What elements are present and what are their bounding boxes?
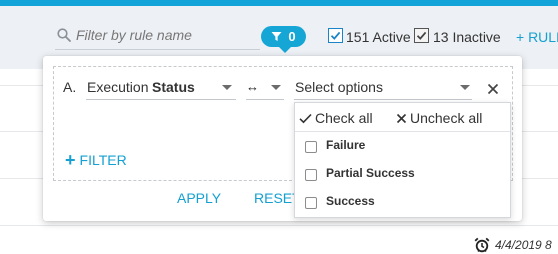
field-select[interactable]: Execution Status (86, 76, 236, 100)
inactive-checkbox[interactable] (414, 28, 429, 43)
check-icon (330, 31, 341, 40)
chevron-down-icon (222, 85, 232, 90)
apply-button[interactable]: APPLY (177, 190, 221, 206)
operator-icon: ↔ (246, 79, 259, 94)
option-partial-success[interactable]: Partial Success (295, 161, 510, 187)
active-checkbox[interactable] (328, 28, 343, 43)
inactive-count-label: 13 Inactive (433, 29, 501, 45)
options-dropdown: Check all Uncheck all Failure Partial Su… (294, 102, 511, 218)
option-label: Failure (326, 138, 366, 152)
filter-toggle-button[interactable]: 0 (261, 26, 306, 47)
option-checkbox[interactable] (305, 169, 317, 181)
filter-badge-pointer (279, 47, 291, 53)
alarm-clock-icon (474, 237, 490, 253)
close-icon (396, 113, 407, 123)
option-checkbox[interactable] (305, 197, 317, 209)
add-filter-button[interactable]: + FILTER (65, 150, 127, 170)
operator-select[interactable]: ↔ (246, 76, 284, 100)
add-filter-label: FILTER (79, 152, 127, 168)
date-text: 4/4/2019 8 (495, 238, 552, 252)
chevron-down-icon (271, 85, 281, 90)
check-all-label: Check all (315, 110, 373, 126)
option-checkbox[interactable] (305, 141, 317, 153)
option-label: Partial Success (326, 166, 415, 180)
field-name-prefix: Execution (87, 79, 149, 95)
option-failure[interactable]: Failure (295, 133, 510, 159)
plus-icon: + (65, 150, 76, 170)
option-success[interactable]: Success (295, 189, 510, 215)
active-count-label: 151 Active (346, 29, 411, 45)
uncheck-all-label: Uncheck all (410, 110, 483, 126)
search-input[interactable] (76, 24, 256, 46)
add-rule-button[interactable]: + RULE (516, 29, 558, 45)
table-row-date: 4/4/2019 8 (474, 237, 552, 253)
close-icon[interactable] (486, 82, 500, 96)
funnel-icon (271, 32, 282, 41)
uncheck-all-button[interactable]: Uncheck all (396, 110, 482, 126)
check-all-button[interactable]: Check all (299, 110, 373, 126)
dropdown-actions: Check all Uncheck all (295, 103, 510, 132)
check-icon (416, 31, 427, 40)
search-icon (57, 28, 71, 42)
filter-row-letter: A. (63, 79, 77, 95)
search-underline (55, 49, 260, 50)
table-divider (0, 225, 558, 226)
check-icon (299, 113, 312, 123)
filter-count: 0 (288, 29, 296, 44)
value-select-placeholder: Select options (295, 79, 383, 95)
field-name: Status (152, 79, 195, 95)
value-select[interactable]: Select options (294, 76, 472, 100)
option-label: Success (326, 194, 375, 208)
chevron-down-icon (460, 85, 470, 90)
